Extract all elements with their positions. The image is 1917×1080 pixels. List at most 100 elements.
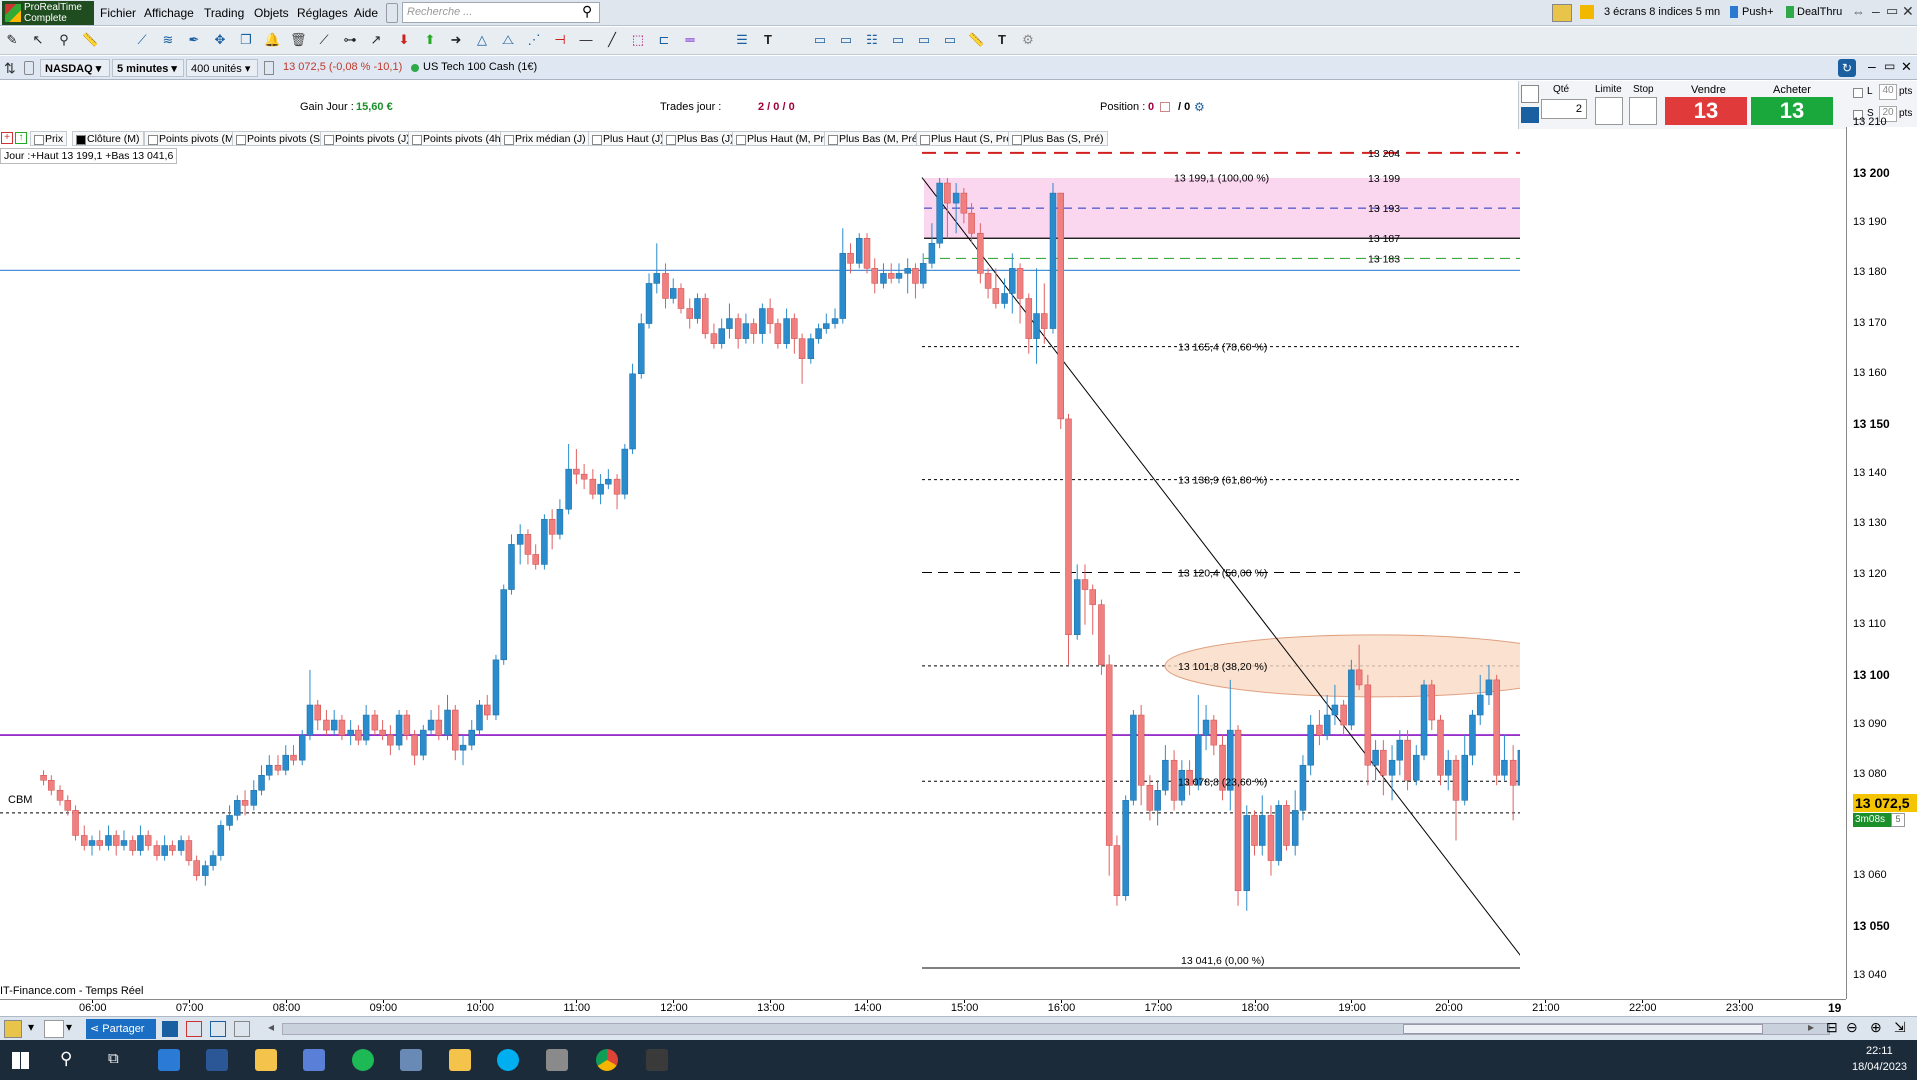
scroll-left-icon[interactable]: ◂ <box>268 1020 274 1034</box>
indicator-plus-bas-j[interactable]: Plus Bas (J) <box>662 131 738 146</box>
position-detail-icon[interactable]: ⚙ <box>1194 100 1205 114</box>
move-tool-icon[interactable]: ✥ <box>212 32 228 48</box>
alert-tool-icon[interactable]: 🔔 <box>264 32 280 48</box>
menu-affichage[interactable]: Affichage <box>144 6 194 20</box>
hline-tool-icon[interactable]: — <box>578 32 594 48</box>
indicator-points-pivots-m[interactable]: Points pivots (M) <box>144 131 242 146</box>
ray-tool-icon[interactable]: ↗ <box>368 32 384 48</box>
price-axis[interactable]: 13 210 13 200 13 190 13 180 13 170 13 160 13 1… <box>1846 116 1917 999</box>
start-icon[interactable] <box>12 1052 29 1069</box>
chart-close-icon[interactable]: ✕ <box>1901 59 1912 75</box>
calculator-icon[interactable] <box>1521 107 1539 123</box>
indicator-plus-haut-s-pr[interactable]: Plus Haut (S, Pré) <box>916 131 1020 146</box>
chart-type-icon[interactable] <box>44 1020 64 1038</box>
screener-icon[interactable] <box>186 1021 202 1037</box>
box-tool-icon[interactable]: ⊏ <box>656 32 672 48</box>
indicator-plus-haut-m-pr[interactable]: Plus Haut (M, Pré) <box>732 131 838 146</box>
rectangle-tool-icon[interactable]: ⬚ <box>630 32 646 48</box>
pen-tool-icon[interactable]: ✒ <box>186 32 202 48</box>
ruler2-tool-icon[interactable]: 📏 <box>968 32 984 48</box>
search-taskbar-icon[interactable]: ⚲ <box>60 1049 72 1069</box>
chart-maximize-icon[interactable]: ▭ <box>1884 59 1895 73</box>
zoom-out-icon[interactable]: ⊖ <box>1846 1019 1858 1036</box>
market-select[interactable]: NASDAQ ▾ <box>40 59 110 77</box>
menu-reglages[interactable]: Réglages <box>297 6 348 20</box>
delete-tool-icon[interactable]: 🗑 <box>290 32 307 48</box>
pencil-tool-icon[interactable]: ✎ <box>4 32 20 48</box>
copy-tool-icon[interactable]: ❐ <box>238 32 254 48</box>
add-indicator-icon[interactable]: + <box>1 132 13 144</box>
screens-label[interactable]: 3 écrans 8 indices 5 mn <box>1604 6 1720 18</box>
time-axis[interactable]: 06:00 07:00 08:00 09:00 10:00 11:00 12:00 13:00… <box>0 999 1846 1015</box>
dropdown-icon[interactable]: ▾ <box>28 1020 34 1034</box>
close-icon[interactable]: ✕ <box>1902 3 1914 20</box>
store-icon[interactable] <box>158 1049 180 1071</box>
zoom-reset-icon[interactable]: ⊟ <box>1826 1019 1838 1036</box>
horizontal-scrollbar[interactable] <box>282 1023 1830 1035</box>
chart-minimize-icon[interactable]: – <box>1868 58 1876 74</box>
dealthru-button[interactable]: DealThru <box>1797 6 1842 18</box>
up-icon[interactable]: ↑ <box>15 132 27 144</box>
settings-tool-icon[interactable]: ⚙ <box>1020 32 1036 48</box>
minimize-icon[interactable]: – <box>1872 3 1880 19</box>
frame2-tool-icon[interactable]: ▭ <box>916 32 932 48</box>
indicator-points-pivots-s[interactable]: Points pivots (S) <box>232 131 328 146</box>
pin-icon[interactable] <box>386 3 398 23</box>
fan-tool-icon[interactable]: ⋰ <box>526 32 542 48</box>
ruler-tool-icon[interactable]: 📏 <box>82 32 98 48</box>
window-icon[interactable] <box>162 1021 178 1037</box>
sync-icon[interactable]: ↻ <box>1838 59 1856 77</box>
hline-red-tool-icon[interactable]: ⊣ <box>552 32 568 48</box>
calculator-app-icon[interactable] <box>546 1049 568 1071</box>
qty-input[interactable]: 2 <box>1541 99 1587 119</box>
pencil-icon[interactable] <box>1552 4 1572 22</box>
share-button[interactable]: ⋖ Partager <box>86 1019 156 1039</box>
buy-button[interactable]: 13 073,5 <box>1751 97 1833 151</box>
l-checkbox[interactable] <box>1853 88 1863 98</box>
fib-retrace-tool-icon[interactable]: ☰ <box>734 32 750 48</box>
cursor-tool-icon[interactable]: ↖ <box>30 32 46 48</box>
spotify-icon[interactable] <box>352 1049 374 1071</box>
maximize-icon[interactable]: ▭ <box>1886 3 1898 19</box>
note-icon[interactable] <box>1580 5 1594 19</box>
menu-objets[interactable]: Objets <box>254 6 289 20</box>
indicator-plus-bas-s-pr[interactable]: Plus Bas (S, Pré) <box>1008 131 1108 146</box>
lock-icon[interactable] <box>24 61 34 75</box>
channel-tool-icon[interactable]: ≋ <box>160 32 176 48</box>
ms-store-icon[interactable] <box>303 1049 325 1071</box>
frame-tool-icon[interactable]: ▭ <box>890 32 906 48</box>
up-arrow-icon[interactable]: ⬆ <box>422 32 438 48</box>
search-icon[interactable]: ⚲ <box>582 3 592 20</box>
sell-button[interactable]: 13 071,5 <box>1665 97 1747 151</box>
taskview-icon[interactable]: ⧉ <box>108 1050 119 1067</box>
stop-order-button[interactable] <box>1629 97 1657 125</box>
text2-tool-icon[interactable]: T <box>994 32 1010 48</box>
line-tool-icon[interactable]: ⟋ <box>316 32 332 48</box>
position-flag-icon[interactable] <box>1160 102 1170 112</box>
diagonal-tool-icon[interactable]: ╱ <box>604 32 620 48</box>
frame3-tool-icon[interactable]: ▭ <box>942 32 958 48</box>
price-chart[interactable]: 13 204 13 199 13 199,1 (100,00 %) 13 193 13 … <box>0 127 1520 999</box>
indicator-prix[interactable]: Prix <box>30 131 68 146</box>
order-tool-icon[interactable] <box>1521 85 1539 103</box>
menu-aide[interactable]: Aide <box>354 6 378 20</box>
indicator-plus-bas-m-pr[interactable]: Plus Bas (M, Pré) <box>824 131 926 146</box>
right-arrow-icon[interactable]: ➜ <box>448 32 464 48</box>
menu-fichier[interactable]: Fichier <box>100 6 136 20</box>
word-icon[interactable] <box>206 1049 228 1071</box>
draw-icon[interactable] <box>4 1020 22 1038</box>
search-input[interactable]: Recherche ... <box>402 2 600 23</box>
chart-type-dropdown-icon[interactable]: ▾ <box>66 1020 72 1034</box>
fibonacci-tool-icon[interactable]: ⧍ <box>500 32 516 48</box>
layout-icon[interactable] <box>210 1021 226 1037</box>
menu-trading[interactable]: Trading <box>204 6 244 20</box>
push-button[interactable]: Push+ <box>1742 6 1774 18</box>
text-tool-icon[interactable]: T <box>760 32 776 48</box>
indicator-plus-haut-j[interactable]: Plus Haut (J) <box>588 131 668 146</box>
units-select[interactable]: 400 unités ▾ <box>186 59 258 77</box>
vline-tool-icon[interactable]: ═ <box>682 32 698 48</box>
indicator-points-pivots-4h[interactable]: Points pivots (4h) <box>408 131 509 146</box>
trend-tool-icon[interactable]: ⟋ <box>134 32 150 48</box>
zoom-in-icon[interactable]: ⊕ <box>1870 1019 1882 1036</box>
down-arrow-icon[interactable]: ⬇ <box>396 32 412 48</box>
